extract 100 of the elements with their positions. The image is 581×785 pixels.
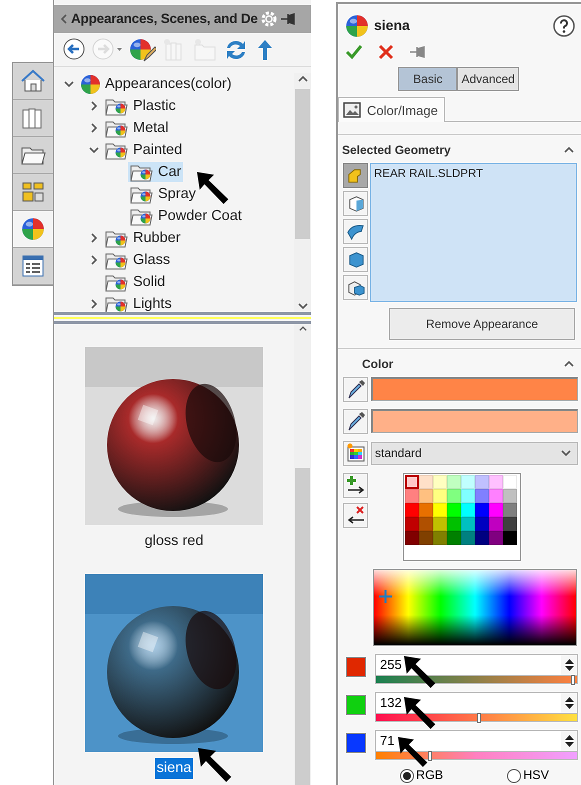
palette-swatch[interactable] xyxy=(419,474,433,489)
tree-item[interactable]: Plastic xyxy=(103,96,178,116)
selection-list[interactable]: REAR RAIL.SLDPRT xyxy=(370,163,577,302)
palette-swatch[interactable] xyxy=(405,502,419,517)
plus-arrow-icon xyxy=(346,475,366,496)
color-swatch[interactable] xyxy=(371,377,578,402)
slider-track[interactable] xyxy=(375,714,578,722)
cancel-button[interactable] xyxy=(377,43,395,62)
appearance-label[interactable]: gloss red xyxy=(142,531,206,552)
palette-swatch[interactable] xyxy=(405,516,419,531)
palette-swatch[interactable] xyxy=(447,502,461,517)
palette-swatch[interactable] xyxy=(461,474,475,489)
help-icon[interactable] xyxy=(553,14,575,37)
image-icon xyxy=(343,102,361,118)
palette-swatch[interactable] xyxy=(475,516,489,531)
palette-swatch[interactable] xyxy=(419,502,433,517)
palette-swatch[interactable] xyxy=(405,530,419,545)
eyedropper-button[interactable] xyxy=(343,376,368,402)
mode-toggle[interactable]: Advanced xyxy=(457,67,519,92)
palette-swatch[interactable] xyxy=(489,530,503,545)
palette-swatch[interactable] xyxy=(447,474,461,489)
palette-swatch[interactable] xyxy=(475,530,489,545)
tree-item[interactable]: Spray xyxy=(128,184,198,204)
tree-item[interactable]: Appearances(color) xyxy=(78,74,234,94)
tree-item[interactable]: Metal xyxy=(103,118,170,138)
palette-swatch[interactable] xyxy=(503,488,517,503)
appearance-ball-icon xyxy=(80,74,101,94)
color-spectrum[interactable] xyxy=(373,568,577,646)
palette-swatch[interactable] xyxy=(447,488,461,503)
callout-arrow xyxy=(197,172,229,204)
back-arrow-button[interactable] xyxy=(62,36,86,62)
back-arrow-icon xyxy=(62,36,86,62)
palette-swatch[interactable] xyxy=(405,474,419,489)
tree-item[interactable]: Powder Coat xyxy=(128,206,244,226)
palette-swatch[interactable] xyxy=(433,488,447,503)
selection-filter-button[interactable] xyxy=(343,163,368,188)
palette-swatch[interactable] xyxy=(503,474,517,489)
add-color-button[interactable] xyxy=(343,472,368,498)
tree-item[interactable]: Glass xyxy=(103,250,172,270)
palette-swatch[interactable] xyxy=(405,488,419,503)
palette-swatch[interactable] xyxy=(475,474,489,489)
scrollbar[interactable] xyxy=(294,324,311,785)
section-title: Color xyxy=(362,356,394,373)
palette-swatch[interactable] xyxy=(503,530,517,545)
palette-swatch[interactable] xyxy=(461,516,475,531)
selection-filter-button[interactable] xyxy=(343,191,368,216)
remove-color-button[interactable] xyxy=(343,502,368,528)
palette-swatch[interactable] xyxy=(461,530,475,545)
palette-swatch[interactable] xyxy=(419,516,433,531)
palette-swatch[interactable] xyxy=(461,502,475,517)
tree-item[interactable]: Rubber xyxy=(103,228,183,248)
palette-dropdown[interactable]: standard xyxy=(371,442,578,465)
palette-swatch[interactable] xyxy=(419,530,433,545)
tree-item[interactable]: Painted xyxy=(103,140,184,160)
palette-swatch[interactable] xyxy=(433,502,447,517)
tree-item[interactable]: Solid xyxy=(103,272,168,292)
appearance-pencil-button[interactable] xyxy=(128,36,156,62)
palette-swatch[interactable] xyxy=(461,488,475,503)
palette-swatch[interactable] xyxy=(419,488,433,503)
tree-item[interactable]: Car xyxy=(128,162,184,182)
list-item[interactable]: REAR RAIL.SLDPRT xyxy=(374,166,573,184)
palette-button[interactable] xyxy=(343,440,368,466)
appearance-label[interactable]: siena xyxy=(154,758,194,779)
palette-swatch[interactable] xyxy=(503,502,517,517)
palette-swatch[interactable] xyxy=(447,516,461,531)
slider-thumb[interactable] xyxy=(428,751,432,762)
check-icon xyxy=(345,43,363,62)
scrollbar[interactable] xyxy=(294,73,311,312)
selection-filter-button[interactable] xyxy=(343,275,368,300)
mode-toggle[interactable]: Basic xyxy=(398,67,458,92)
slider-track[interactable] xyxy=(375,752,578,760)
eyedropper-button[interactable] xyxy=(343,408,368,434)
palette-swatch[interactable] xyxy=(489,516,503,531)
color-swatch[interactable] xyxy=(371,409,578,434)
palette-swatch[interactable] xyxy=(503,516,517,531)
palette-swatch[interactable] xyxy=(489,502,503,517)
settings-icon[interactable] xyxy=(258,9,279,29)
palette-swatch[interactable] xyxy=(489,488,503,503)
selection-filter-button[interactable] xyxy=(343,247,368,272)
palette-swatch[interactable] xyxy=(489,474,503,489)
appearance-ball-icon xyxy=(19,215,47,243)
slider-thumb[interactable] xyxy=(571,675,575,686)
palette-swatch[interactable] xyxy=(475,502,489,517)
selection-filter-button[interactable] xyxy=(343,219,368,244)
ok-button[interactable] xyxy=(345,43,363,62)
palette-swatch[interactable] xyxy=(475,488,489,503)
appearance-pencil-icon xyxy=(128,36,156,62)
callout-arrow xyxy=(198,748,232,782)
remove-appearance-button[interactable]: Remove Appearance xyxy=(389,308,575,340)
panel-title: Appearances, Scenes, and De xyxy=(71,10,258,28)
palette-swatch[interactable] xyxy=(447,530,461,545)
radio-button[interactable]: RGB xyxy=(400,766,444,785)
slider-thumb[interactable] xyxy=(476,713,481,724)
radio-button[interactable]: HSV xyxy=(507,766,549,785)
tab[interactable]: Color/Image xyxy=(338,97,445,122)
palette-swatch[interactable] xyxy=(433,516,447,531)
slider-track[interactable] xyxy=(375,676,578,684)
palette-swatch[interactable] xyxy=(433,530,447,545)
palette-swatch[interactable] xyxy=(433,474,447,489)
pin-icon[interactable] xyxy=(280,11,298,27)
